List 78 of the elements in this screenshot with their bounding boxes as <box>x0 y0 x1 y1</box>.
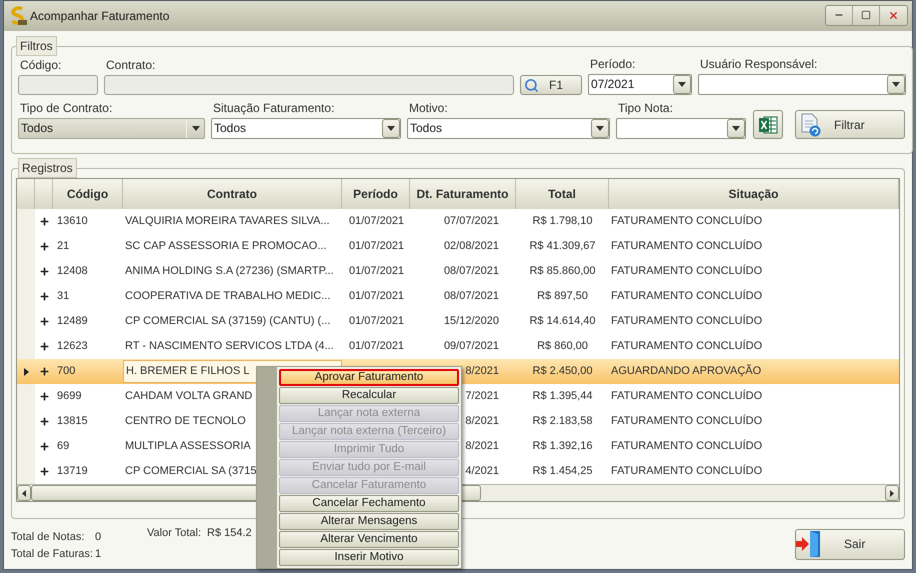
table-cell: FATURAMENTO CONCLUÍDO <box>611 265 762 278</box>
table-cell: FATURAMENTO CONCLUÍDO <box>611 465 762 478</box>
table-cell-text: CP COMERCIAL SA (3715 <box>125 464 256 480</box>
table-cell-text: R$ 860,00 <box>537 339 588 354</box>
table-cell: 13815 <box>57 415 88 428</box>
table-cell: FATURAMENTO CONCLUÍDO <box>611 290 762 302</box>
table-cell-text: R$ 1.392,16 <box>532 439 592 454</box>
table-cell-text: R$ 897,50 <box>537 289 588 304</box>
footer-value: 0 <box>95 530 102 544</box>
table-cell: 01/07/2021 <box>349 240 404 252</box>
table-cell-text: R$ 2.450,00 <box>532 364 592 380</box>
table-cell-text: R$ 14.614,40 <box>529 314 596 330</box>
table-cell-text: CENTRO DE TECNOLO <box>125 414 246 430</box>
table-cell-text: 7/2021 <box>465 389 499 404</box>
footer-label: Total de Notas: <box>11 530 86 544</box>
table-cell: 12408 <box>57 265 88 278</box>
field-label: Período: <box>589 57 636 71</box>
field-label: Usuário Responsável: <box>699 57 818 71</box>
table-cell-text: VALQUIRIA MOREIRA TAVARES SILVA... <box>125 214 330 230</box>
table-cell-text: COOPERATIVA DE TRABALHO MEDIC... <box>125 289 330 304</box>
table-cell-text: R$ 1.395,44 <box>532 389 592 404</box>
field-label: Contrato: <box>105 58 156 72</box>
table-cell-text: 07/07/2021 <box>444 214 499 230</box>
table-cell: 31 <box>57 290 70 302</box>
table-cell-text: MULTIPLA ASSESSORIA <box>125 439 251 454</box>
panel-legend: Filtros <box>16 36 57 56</box>
table-cell: FATURAMENTO CONCLUÍDO <box>611 215 762 228</box>
table-cell-text: SC CAP ASSESSORIA E PROMOCAO... <box>125 239 327 254</box>
table-cell: 12489 <box>57 315 88 328</box>
table-cell-text: 02/08/2021 <box>444 239 499 254</box>
footer-value: R$ 154.2 <box>207 526 252 541</box>
table-cell-text: R$ 1.798,10 <box>532 214 592 230</box>
table-cell: FATURAMENTO CONCLUÍDO <box>611 315 762 328</box>
table-cell-text: R$ 85.860,00 <box>529 264 596 280</box>
table-cell: 9699 <box>57 390 82 402</box>
table-cell: 01/07/2021 <box>349 340 404 352</box>
table-cell-text: R$ 1.454,25 <box>532 464 592 480</box>
table-cell-text: 8/2021 <box>465 364 499 380</box>
field-label: Código: <box>19 58 62 72</box>
table-cell-text: 08/07/2021 <box>444 289 499 304</box>
table-cell-text: 8/2021 <box>465 414 499 430</box>
table-cell-text: CAHDAM VOLTA GRAND <box>125 389 252 404</box>
table-cell-text: H. BREMER E FILHOS L <box>126 364 250 380</box>
table-cell: 13610 <box>57 215 88 228</box>
table-cell: 01/07/2021 <box>349 215 404 228</box>
field-label: Tipo de Contrato: <box>19 101 114 115</box>
window-title: Acompanhar Faturamento <box>30 8 170 25</box>
table-cell-text: RT - NASCIMENTO SERVICOS LTDA (4... <box>125 339 334 354</box>
table-cell: FATURAMENTO CONCLUÍDO <box>611 440 762 452</box>
panel-legend: Registros <box>18 158 77 178</box>
footer-label: Valor Total: <box>147 526 202 541</box>
table-cell: FATURAMENTO CONCLUÍDO <box>611 240 762 252</box>
table-cell: FATURAMENTO CONCLUÍDO <box>611 340 762 352</box>
table-cell: 69 <box>57 440 70 452</box>
field-label: Tipo Nota: <box>617 101 674 115</box>
table-cell: FATURAMENTO CONCLUÍDO <box>611 390 762 402</box>
table-cell: 01/07/2021 <box>349 265 404 278</box>
table-cell-text: R$ 2.183,58 <box>532 414 592 430</box>
footer-value: 1 <box>95 546 102 560</box>
table-cell-text: 09/07/2021 <box>444 339 499 354</box>
table-cell: FATURAMENTO CONCLUÍDO <box>611 415 762 428</box>
table-cell-text: R$ 41.309,67 <box>529 239 596 254</box>
table-cell-text: 8/2021 <box>465 439 499 454</box>
table-cell: 700 <box>57 365 76 378</box>
field-label: Motivo: <box>408 101 449 115</box>
field-label: Situação Faturamento: <box>212 101 336 115</box>
table-cell-text: ANIMA HOLDING S.A (27236) (SMARTP... <box>125 264 334 280</box>
table-cell: AGUARDANDO APROVAÇÃO <box>611 365 762 378</box>
table-cell: 12623 <box>57 340 88 352</box>
table-cell: 13719 <box>57 465 88 478</box>
table-cell-text: 4/2021 <box>465 464 499 480</box>
footer-label: Total de Faturas: <box>11 546 94 560</box>
table-cell-text: 15/12/2020 <box>444 314 499 330</box>
table-cell-text: 08/07/2021 <box>444 264 499 280</box>
table-cell: 21 <box>57 240 70 252</box>
table-cell: 01/07/2021 <box>349 315 404 328</box>
table-cell: 01/07/2021 <box>349 290 404 302</box>
table-cell-text: CP COMERCIAL SA (37159) (CANTU) (... <box>125 314 330 330</box>
